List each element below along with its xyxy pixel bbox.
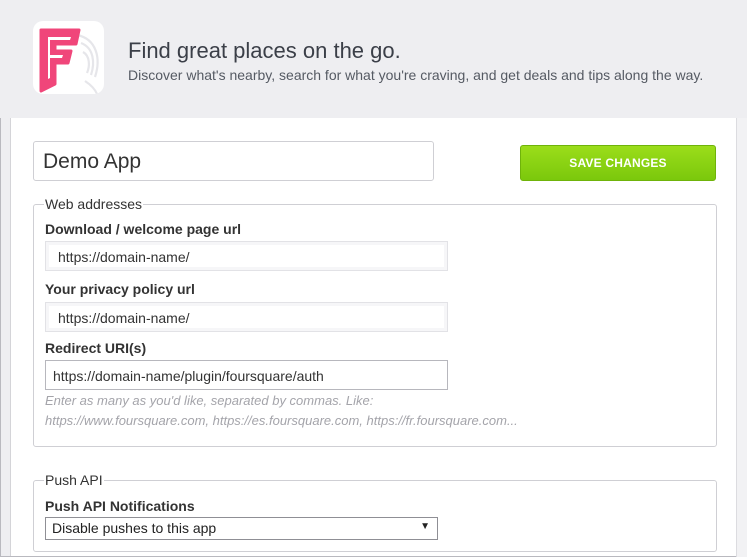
push-api-legend: Push API xyxy=(45,472,103,488)
foursquare-logo xyxy=(33,21,104,94)
header-subtitle: Discover what's nearby, search for what … xyxy=(128,67,704,83)
redirect-hint-line1: Enter as many as you'd like, separated b… xyxy=(45,393,374,408)
push-notifications-selected: Disable pushes to this app xyxy=(52,520,217,536)
header: Find great places on the go. Discover wh… xyxy=(0,0,747,118)
redirect-uri-input[interactable]: https://domain-name/plugin/foursquare/au… xyxy=(45,360,448,390)
dropdown-arrow-icon: ▼ xyxy=(420,521,430,532)
push-notifications-label: Push API Notifications xyxy=(45,498,195,514)
header-title: Find great places on the go. xyxy=(128,38,401,63)
scroll-strip xyxy=(736,118,747,557)
push-notifications-select[interactable]: Disable pushes to this app ▼ xyxy=(45,517,438,540)
download-url-input[interactable]: https://domain-name/ xyxy=(45,241,448,271)
download-url-label: Download / welcome page url xyxy=(45,221,242,237)
web-addresses-legend: Web addresses xyxy=(45,196,143,212)
app-name-input[interactable]: Demo App xyxy=(33,141,434,181)
privacy-url-label: Your privacy policy url xyxy=(45,281,195,297)
redirect-hint-line2: https://www.foursquare.com, https://es.f… xyxy=(45,413,518,428)
redirect-uri-label: Redirect URI(s) xyxy=(45,340,147,356)
save-changes-button[interactable]: SAVE CHANGES xyxy=(520,145,716,181)
privacy-url-input[interactable]: https://domain-name/ xyxy=(45,302,448,332)
